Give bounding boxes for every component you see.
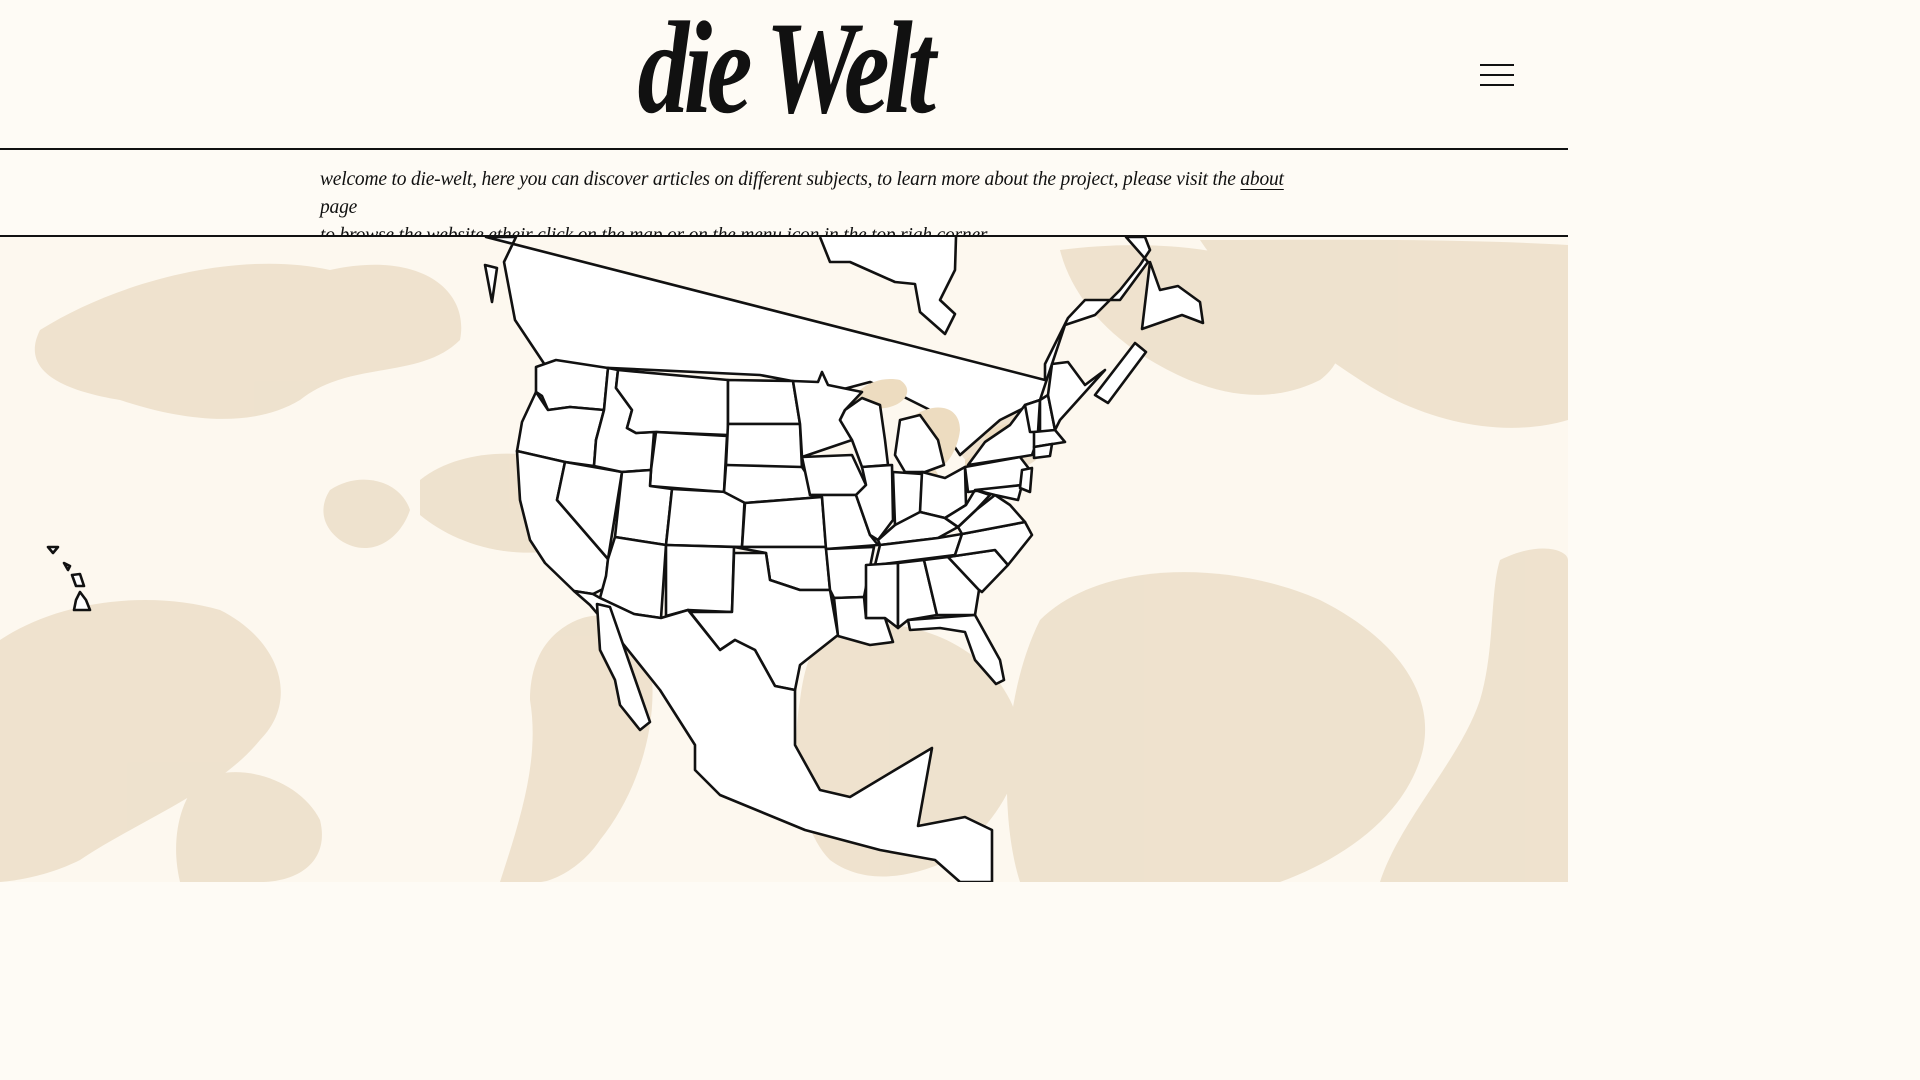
hawaii-islands[interactable] xyxy=(46,545,92,612)
map-canvas[interactable] xyxy=(0,237,1568,882)
state-kansas xyxy=(740,495,828,549)
state-wyoming xyxy=(648,430,729,494)
state-new-mexico xyxy=(664,543,736,618)
hamburger-menu-icon[interactable] xyxy=(1478,62,1518,88)
site-logo[interactable]: die Welt xyxy=(172,2,1395,134)
banner-text-part1: welcome to die-welt, here you can discov… xyxy=(320,169,1241,190)
state-mississippi xyxy=(864,561,900,630)
state-connecticut xyxy=(1032,442,1054,460)
world-map[interactable] xyxy=(0,237,1568,882)
about-link[interactable]: about xyxy=(1240,169,1284,190)
state-new-jersey xyxy=(1018,466,1034,494)
state-montana xyxy=(614,368,730,437)
state-washington xyxy=(534,358,610,412)
banner-text-part2: page xyxy=(320,197,358,218)
site-header: die Welt xyxy=(0,0,1568,150)
welcome-banner: welcome to die-welt, here you can discov… xyxy=(0,150,1568,354)
state-north-dakota xyxy=(726,378,802,426)
state-south-dakota xyxy=(724,422,804,472)
state-iowa xyxy=(800,453,868,497)
